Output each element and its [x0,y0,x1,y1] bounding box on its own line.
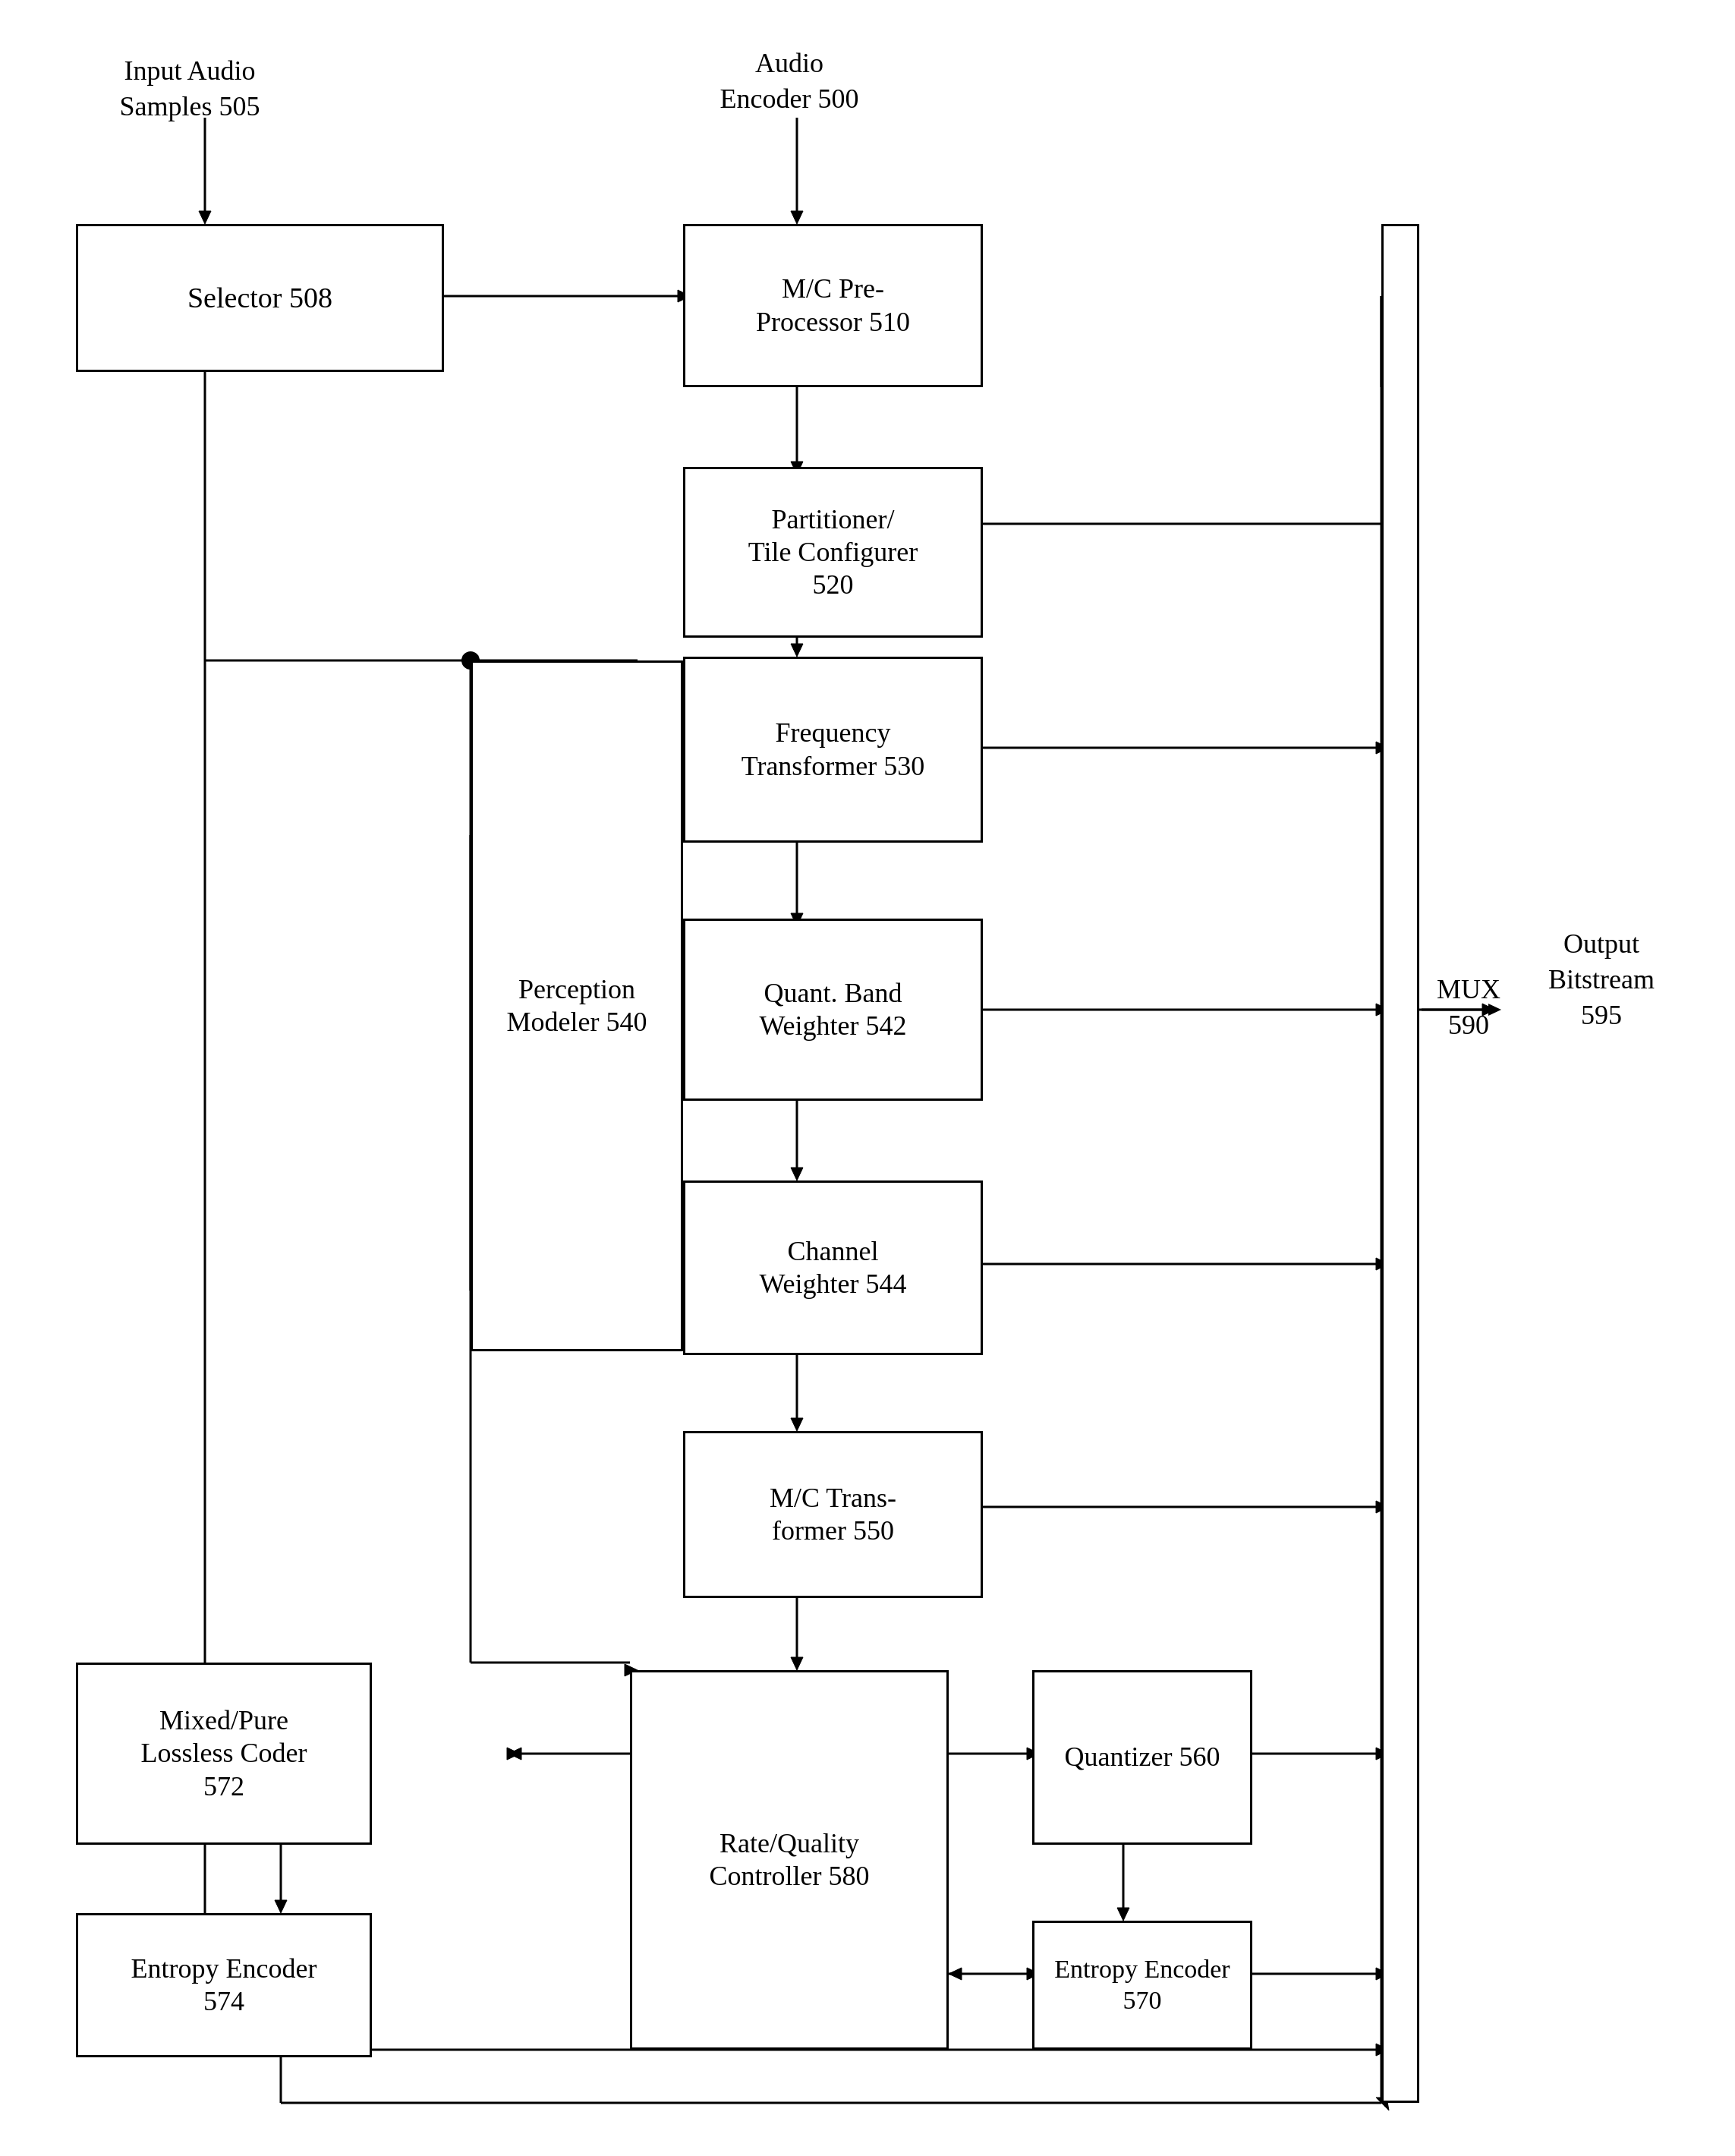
svg-marker-71 [1488,1004,1501,1016]
